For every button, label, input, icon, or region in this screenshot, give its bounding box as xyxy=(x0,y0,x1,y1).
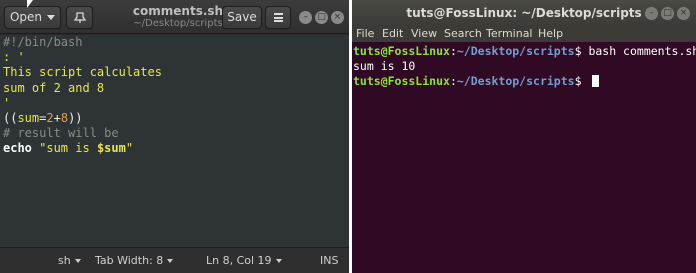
prompt-dollar: $ xyxy=(574,44,589,58)
prompt-path: ~/Desktop/scripts xyxy=(456,74,575,88)
code-line-5: ' xyxy=(3,95,11,110)
code-line-2: : ' xyxy=(3,50,25,65)
terminal-line-1: tuts@FossLinux:~/Desktop/scripts$ bash c… xyxy=(353,44,696,59)
document-pin-icon xyxy=(73,12,86,23)
language-selector[interactable]: sh xyxy=(58,248,81,273)
prompt-path: ~/Desktop/scripts xyxy=(456,44,575,58)
cursor-position-label: Ln 8, Col 19 xyxy=(206,254,272,267)
chevron-down-icon xyxy=(47,15,56,20)
menu-file[interactable]: File xyxy=(356,26,374,42)
code-line-3: This script calculates xyxy=(3,65,162,80)
terminal-line-3: tuts@FossLinux:~/Desktop/scripts$ xyxy=(353,74,696,89)
cursor-position[interactable]: Ln 8, Col 19 xyxy=(206,248,282,273)
gedit-headerbar: Open comments.sh ~/Desktop/scripts Save … xyxy=(0,0,349,34)
code-token: )) xyxy=(68,111,83,126)
prompt-user: tuts@FossLinux xyxy=(353,74,450,88)
prompt-sep: : xyxy=(449,74,457,88)
prompt-sep: : xyxy=(449,44,457,58)
terminal-output[interactable]: tuts@FossLinux:~/Desktop/scripts$ bash c… xyxy=(352,42,696,273)
tab-width-label: Tab Width: 8 xyxy=(95,254,164,267)
close-icon[interactable]: × xyxy=(331,11,344,24)
terminal-line-2: sum is 10 xyxy=(353,59,416,73)
file-name: comments.sh xyxy=(132,4,224,18)
close-icon[interactable]: × xyxy=(677,7,690,20)
status-bar: sh Tab Width: 8 Ln 8, Col 19 INS xyxy=(0,247,349,273)
menu-view[interactable]: View xyxy=(411,26,437,42)
window-title: comments.sh ~/Desktop/scripts xyxy=(132,4,224,30)
code-token: $sum xyxy=(96,141,126,156)
file-path: ~/Desktop/scripts xyxy=(133,18,223,29)
chevron-down-icon xyxy=(275,259,282,263)
hamburger-menu-icon xyxy=(274,13,283,22)
save-button[interactable]: Save xyxy=(222,6,262,29)
tab-width-selector[interactable]: Tab Width: 8 xyxy=(95,248,174,273)
command-text: bash comments.sh xyxy=(588,44,696,58)
insert-mode: INS xyxy=(320,254,339,267)
chevron-down-icon xyxy=(74,259,81,263)
code-token: echo xyxy=(3,141,32,156)
code-editor[interactable]: #!/bin/bash : ' This script calculates s… xyxy=(0,35,349,247)
code-line-4: sum of 2 and 8 xyxy=(3,80,105,95)
terminal-menubar: File Edit View Search Terminal Help xyxy=(352,26,696,42)
minimize-icon[interactable]: – xyxy=(645,7,658,20)
menu-button[interactable] xyxy=(265,6,291,29)
minimize-icon[interactable]: – xyxy=(299,11,312,24)
code-token: sum xyxy=(17,111,40,126)
code-line-8: echo "sum is $sum" xyxy=(3,141,349,156)
terminal-window: tuts@FossLinux: ~/Desktop/scripts – □ × … xyxy=(352,0,696,273)
menu-edit[interactable]: Edit xyxy=(382,26,403,42)
code-line-6: ((sum=2+8)) xyxy=(3,111,349,126)
mouse-pointer-icon xyxy=(27,0,33,8)
menu-terminal[interactable]: Terminal xyxy=(486,26,533,42)
open-button-label: Open xyxy=(9,10,43,24)
code-token: (( xyxy=(3,111,18,126)
new-tab-button[interactable] xyxy=(66,6,93,29)
language-label: sh xyxy=(58,254,71,267)
code-token: "sum is xyxy=(31,141,97,156)
code-token: 2 xyxy=(46,111,54,126)
menu-search[interactable]: Search xyxy=(444,26,482,42)
prompt-user: tuts@FossLinux xyxy=(353,44,450,58)
maximize-icon[interactable]: □ xyxy=(315,11,328,24)
code-line-1: #!/bin/bash xyxy=(3,35,83,49)
chevron-down-icon xyxy=(167,259,174,263)
open-button[interactable]: Open xyxy=(4,6,61,29)
prompt-dollar: $ xyxy=(574,74,589,88)
maximize-icon[interactable]: □ xyxy=(661,7,674,20)
menu-help[interactable]: Help xyxy=(538,26,563,42)
code-token: " xyxy=(125,141,134,156)
gedit-window: Open comments.sh ~/Desktop/scripts Save … xyxy=(0,0,349,273)
code-token: 8 xyxy=(60,111,69,126)
code-token: + xyxy=(53,111,61,126)
text-cursor xyxy=(592,75,600,87)
code-line-7: # result will be xyxy=(3,126,119,141)
